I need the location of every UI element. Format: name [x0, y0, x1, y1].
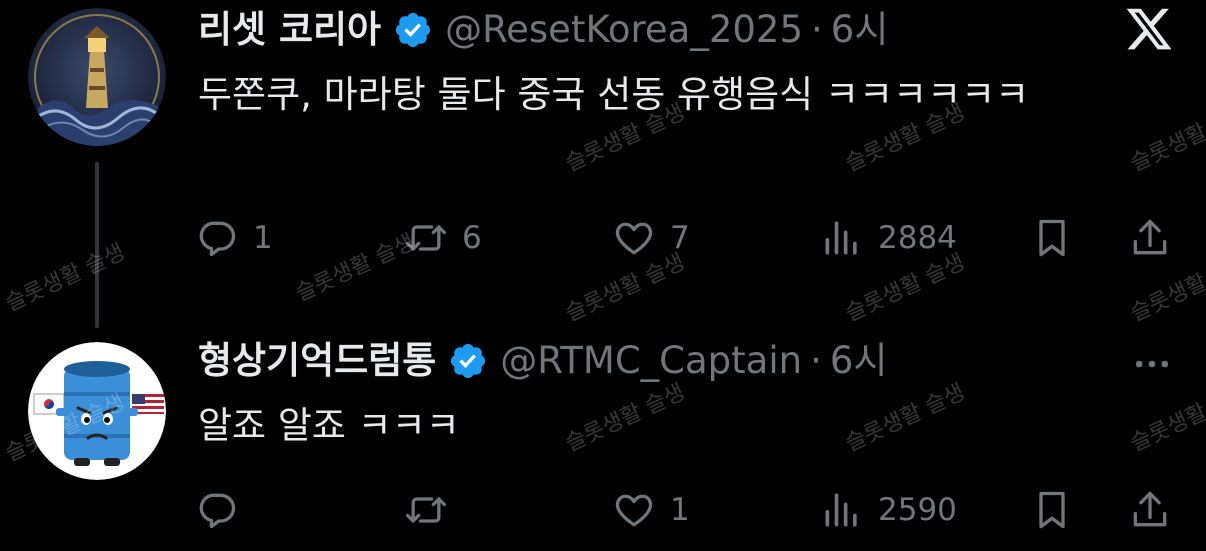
tweet-text: 두쫀쿠, 마라탕 둘다 중국 선동 유행음식 ㅋㅋㅋㅋㅋㅋ [198, 73, 1030, 116]
action-bar: 1 2590 [0, 480, 1206, 540]
like-count: 1 [670, 492, 690, 528]
like-button[interactable]: 1 [612, 480, 690, 540]
like-count: 7 [670, 220, 690, 256]
tweet-text: 알죠 알죠 ㅋㅋㅋ [198, 404, 460, 447]
retweet-button[interactable] [404, 480, 462, 540]
reply-button[interactable] [195, 480, 253, 540]
views-count: 2590 [878, 492, 957, 528]
bookmark-button[interactable] [1030, 480, 1074, 540]
avatar-reset-korea[interactable] [28, 8, 166, 146]
verified-badge-icon [451, 343, 486, 379]
action-bar: 1 6 7 2884 [0, 208, 1206, 268]
timestamp[interactable]: 6시 [830, 339, 888, 383]
share-icon [1133, 491, 1167, 527]
reply-button[interactable]: 1 [195, 208, 273, 268]
tweet-header: 형상기억드럼통 @RTMC_Captain · 6시 [198, 339, 887, 383]
timestamp[interactable]: 6시 [831, 8, 889, 52]
views-icon [825, 221, 857, 255]
verified-badge-icon [396, 12, 431, 48]
share-icon [1133, 219, 1167, 255]
avatar-rtmc-captain[interactable] [28, 342, 166, 480]
views-button[interactable]: 2590 [820, 480, 957, 540]
views-icon [825, 493, 857, 527]
like-icon [615, 222, 653, 255]
tweet-header: 리셋 코리아 @ResetKorea_2025 · 6시 [198, 8, 888, 52]
share-button[interactable] [1128, 480, 1172, 540]
share-button[interactable] [1128, 208, 1172, 268]
retweet-icon [406, 497, 446, 523]
display-name[interactable]: 형상기억드럼통 [198, 339, 436, 383]
bookmark-button[interactable] [1030, 208, 1074, 268]
display-name[interactable]: 리셋 코리아 [198, 8, 381, 52]
separator-dot: · [811, 8, 823, 51]
retweet-count: 6 [462, 220, 482, 256]
bookmark-icon [1039, 219, 1065, 257]
x-logo-icon [1126, 8, 1172, 50]
views-button[interactable]: 2884 [820, 208, 957, 268]
more-options-icon[interactable] [1130, 342, 1174, 386]
reply-icon [199, 221, 236, 257]
tweet-rtmc-captain[interactable]: 형상기억드럼통 @RTMC_Captain · 6시 알죠 알죠 ㅋㅋㅋ 1 2… [0, 320, 1206, 551]
separator-dot: · [810, 339, 822, 382]
retweet-icon [406, 225, 446, 251]
reply-count: 1 [253, 220, 273, 256]
like-icon [615, 494, 653, 527]
like-button[interactable]: 7 [612, 208, 690, 268]
tweet-reset-korea[interactable]: 리셋 코리아 @ResetKorea_2025 · 6시 두쫀쿠, 마라탕 둘다… [0, 0, 1206, 328]
retweet-button[interactable]: 6 [404, 208, 482, 268]
bookmark-icon [1039, 491, 1065, 529]
handle[interactable]: @ResetKorea_2025 [445, 8, 803, 52]
handle[interactable]: @RTMC_Captain [500, 339, 802, 383]
reply-icon [199, 493, 236, 529]
views-count: 2884 [878, 220, 957, 256]
